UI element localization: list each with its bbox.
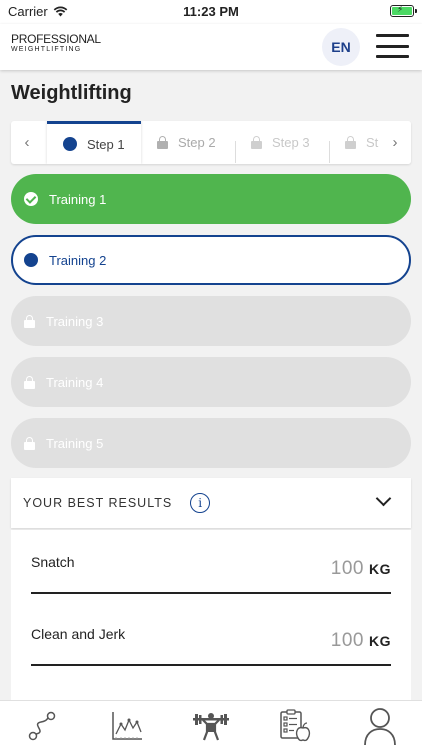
- chevron-right-icon[interactable]: ›: [379, 121, 411, 164]
- training-item-5[interactable]: Training 5: [11, 418, 411, 468]
- profile-icon: [363, 707, 396, 745]
- result-unit: KG: [369, 561, 391, 577]
- step-label: Step 3: [272, 135, 310, 150]
- step-label: Step 2: [178, 135, 216, 150]
- app-header: PROFESSIONAL WEIGHTLIFTING EN: [0, 24, 422, 70]
- language-button[interactable]: EN: [322, 28, 360, 66]
- tab-stats[interactable]: [84, 701, 168, 750]
- tab-step-2[interactable]: Step 2: [141, 121, 235, 164]
- training-item-2[interactable]: Training 2: [11, 235, 411, 285]
- lock-icon: [24, 436, 35, 450]
- result-unit: KG: [369, 633, 391, 649]
- lock-icon: [157, 136, 168, 149]
- check-circle-icon: [24, 192, 38, 206]
- step-tabs: ‹ Step 1 Step 2 Step 3 St ›: [11, 121, 411, 164]
- tab-step-3[interactable]: Step 3: [235, 121, 329, 164]
- result-row-snatch[interactable]: Snatch 100 KG: [31, 546, 391, 594]
- status-bar: Carrier 11:23 PM: [0, 0, 422, 24]
- best-results-body: Snatch 100 KG Clean and Jerk 100 KG: [11, 530, 411, 702]
- battery-charging-icon: [390, 4, 417, 17]
- nutrition-checklist-icon: [280, 708, 311, 741]
- status-time: 11:23 PM: [183, 4, 239, 19]
- step-label: St: [366, 135, 379, 150]
- logo-top-text: PROFESSIONAL: [11, 32, 101, 46]
- chevron-left-icon[interactable]: ‹: [11, 121, 43, 164]
- step-label: Step 1: [87, 136, 125, 152]
- training-item-4[interactable]: Training 4: [11, 357, 411, 407]
- stats-chart-icon: [111, 711, 142, 740]
- result-value[interactable]: 100: [331, 630, 364, 652]
- lock-icon: [251, 136, 262, 149]
- tab-nutrition[interactable]: [253, 701, 337, 750]
- weightlifter-icon: [193, 712, 230, 740]
- tab-step-1[interactable]: Step 1: [47, 121, 141, 164]
- tab-training[interactable]: [169, 701, 253, 750]
- lock-icon: [345, 136, 356, 149]
- current-dot-icon: [63, 137, 77, 151]
- route-icon: [28, 711, 56, 740]
- chevron-down-icon[interactable]: [375, 490, 392, 507]
- training-label: Training 2: [49, 252, 107, 268]
- tab-profile[interactable]: [338, 701, 422, 750]
- tab-route[interactable]: [0, 701, 84, 750]
- training-item-1[interactable]: Training 1: [11, 174, 411, 224]
- lock-icon: [24, 314, 35, 328]
- result-label: Clean and Jerk: [31, 626, 126, 642]
- best-results-title: YOUR BEST RESULTS: [23, 496, 173, 510]
- info-icon[interactable]: i: [190, 493, 211, 513]
- brand-logo: PROFESSIONAL WEIGHTLIFTING: [11, 32, 101, 53]
- training-item-3[interactable]: Training 3: [11, 296, 411, 346]
- result-value[interactable]: 100: [331, 558, 364, 580]
- training-label: Training 5: [46, 435, 104, 451]
- current-dot-icon: [24, 253, 38, 267]
- training-label: Training 4: [46, 374, 104, 390]
- bottom-tab-bar: [0, 700, 422, 750]
- page-title: Weightlifting: [11, 82, 132, 104]
- training-label: Training 1: [49, 191, 107, 207]
- lock-icon: [24, 375, 35, 389]
- hamburger-menu-icon[interactable]: [376, 34, 409, 58]
- best-results-header[interactable]: YOUR BEST RESULTS i: [11, 478, 411, 528]
- result-row-clean-and-jerk[interactable]: Clean and Jerk 100 KG: [31, 618, 391, 666]
- training-label: Training 3: [46, 313, 104, 329]
- logo-bottom-text: WEIGHTLIFTING: [11, 46, 82, 53]
- result-label: Snatch: [31, 554, 75, 570]
